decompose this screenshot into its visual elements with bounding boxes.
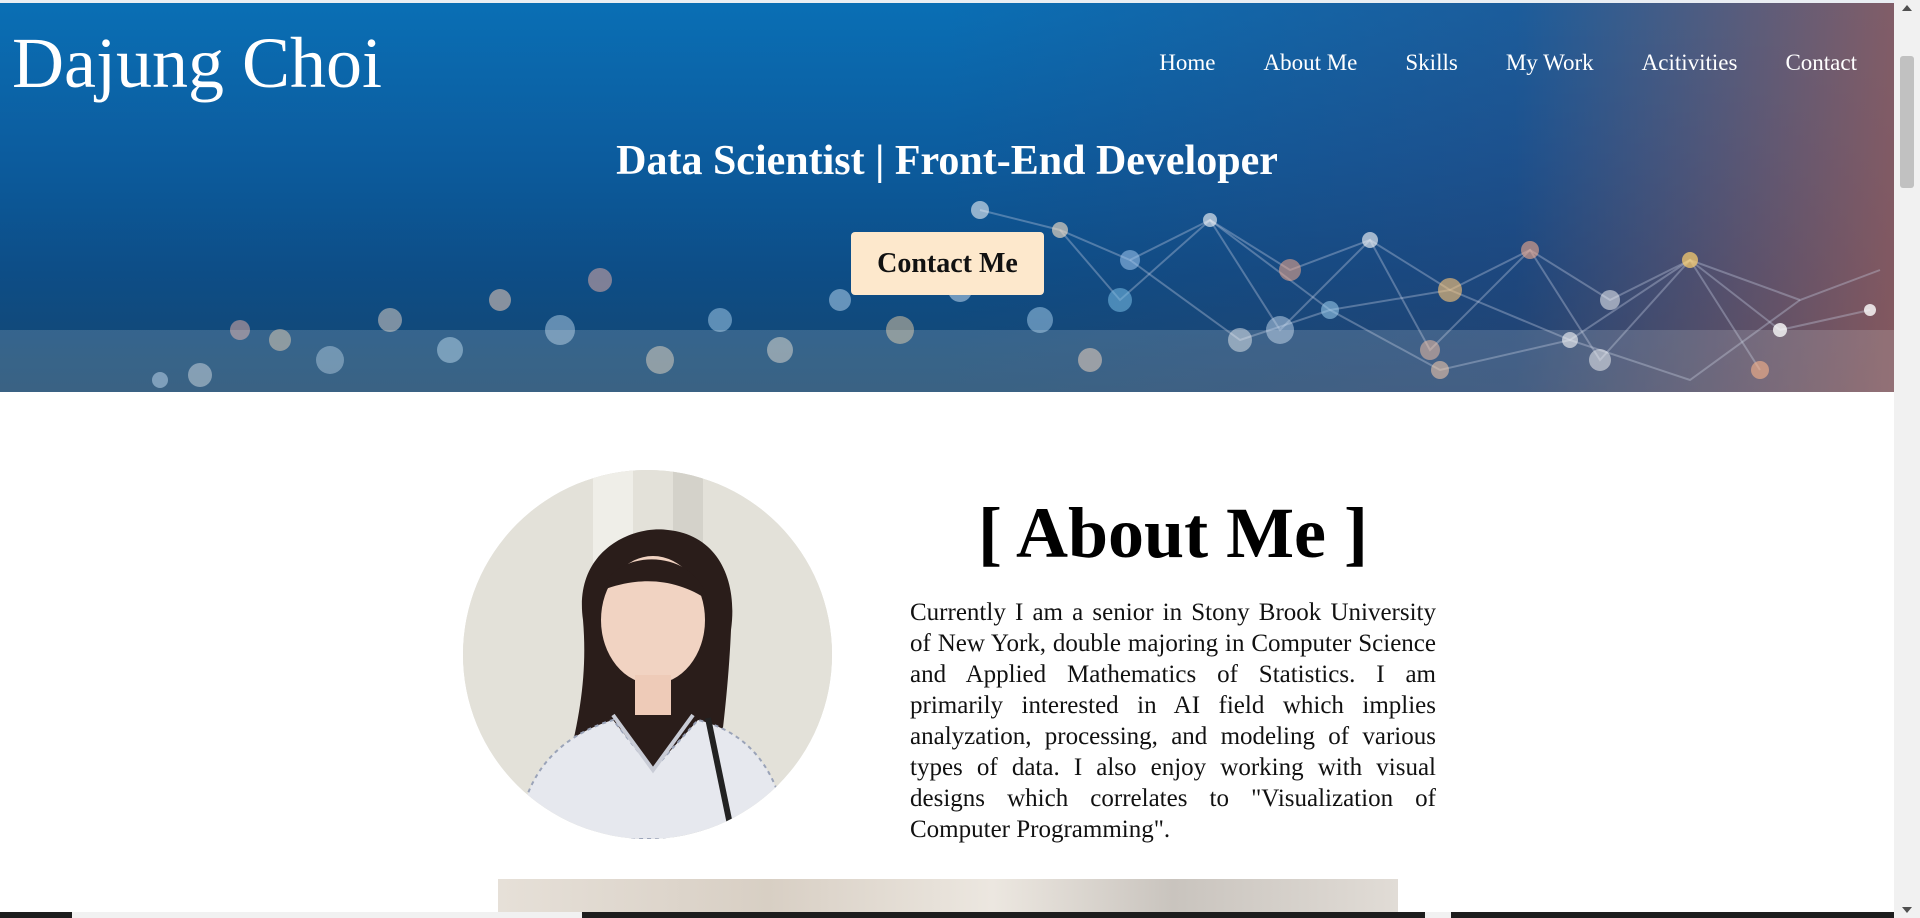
profile-photo bbox=[463, 470, 832, 839]
main-nav: Home About Me Skills My Work Acitivities… bbox=[1159, 48, 1857, 78]
horizontal-scrollbar-thumb[interactable] bbox=[72, 912, 582, 918]
contact-me-button[interactable]: Contact Me bbox=[851, 232, 1044, 295]
profile-photo-illustration bbox=[463, 470, 832, 839]
horizontal-scrollbar-segment bbox=[1425, 912, 1451, 918]
top-border bbox=[0, 0, 1894, 3]
vertical-scrollbar[interactable] bbox=[1894, 0, 1920, 918]
scroll-up-arrow-icon[interactable] bbox=[1894, 0, 1920, 18]
scroll-down-arrow-icon[interactable] bbox=[1894, 900, 1920, 918]
about-me-heading: [ About Me ] bbox=[978, 493, 1368, 573]
site-brand-name[interactable]: Dajung Choi bbox=[12, 18, 382, 108]
hero-banner: Dajung Choi Home About Me Skills My Work… bbox=[0, 0, 1894, 392]
nav-home-link[interactable]: Home bbox=[1159, 48, 1215, 78]
hero-tagline: Data Scientist | Front-End Developer bbox=[616, 138, 1278, 184]
nav-my-work-link[interactable]: My Work bbox=[1506, 48, 1594, 78]
horizontal-scrollbar[interactable] bbox=[0, 912, 1894, 918]
nav-activities-link[interactable]: Acitivities bbox=[1642, 48, 1738, 78]
nav-contact-link[interactable]: Contact bbox=[1785, 48, 1857, 78]
scrollbar-thumb[interactable] bbox=[1900, 56, 1914, 188]
nav-about-link[interactable]: About Me bbox=[1263, 48, 1357, 78]
nav-skills-link[interactable]: Skills bbox=[1405, 48, 1457, 78]
about-me-description: Currently I am a senior in Stony Brook U… bbox=[910, 599, 1436, 843]
